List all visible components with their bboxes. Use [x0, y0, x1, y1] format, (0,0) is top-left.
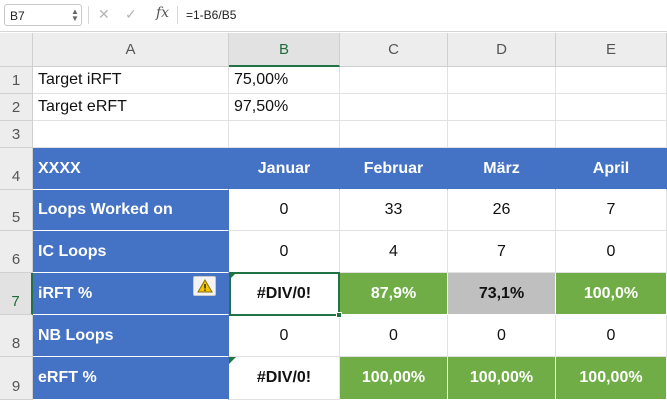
cell-c3[interactable] — [340, 121, 448, 148]
row-header-1[interactable]: 1 — [0, 67, 33, 94]
insert-function-icon[interactable]: fx — [156, 5, 169, 21]
table-cell[interactable]: 0 — [229, 190, 340, 231]
row-header-6[interactable]: 6 — [0, 231, 33, 273]
table-cell[interactable]: 33 — [340, 190, 448, 231]
month-header[interactable]: April — [556, 148, 667, 190]
cell-b1[interactable]: 75,00% — [229, 67, 340, 94]
row-header-8[interactable]: 8 — [0, 315, 33, 357]
error-check-button[interactable] — [193, 276, 216, 296]
warning-icon — [196, 279, 213, 293]
table-cell[interactable]: 4 — [340, 231, 448, 273]
enter-icon[interactable]: ✓ — [125, 6, 137, 23]
cell-a2[interactable]: Target eRFT — [33, 94, 229, 121]
table-cell[interactable]: 7 — [448, 231, 556, 273]
table-cell[interactable]: 100,00% — [340, 357, 448, 400]
table-cell[interactable]: 0 — [556, 315, 667, 357]
row-header-4[interactable]: 4 — [0, 148, 33, 190]
name-box-value: B7 — [10, 9, 25, 23]
formula-bar-divider — [177, 6, 178, 24]
cell-d1[interactable] — [448, 67, 556, 94]
cancel-icon[interactable]: ✕ — [98, 6, 110, 23]
cell-a1[interactable]: Target iRFT — [33, 67, 229, 94]
cell-b2[interactable]: 97,50% — [229, 94, 340, 121]
table-cell[interactable]: 0 — [448, 315, 556, 357]
table-cell[interactable]: 100,00% — [448, 357, 556, 400]
row-label[interactable]: IC Loops — [33, 231, 229, 273]
row-label[interactable]: eRFT % — [33, 357, 229, 400]
select-all-corner[interactable] — [0, 33, 33, 67]
table-cell[interactable]: 73,1% — [448, 273, 556, 315]
column-header-b[interactable]: B — [229, 33, 340, 67]
table-cell[interactable]: 87,9% — [340, 273, 448, 315]
row-label[interactable]: Loops Worked on — [33, 190, 229, 231]
cell-e1[interactable] — [556, 67, 667, 94]
table-cell[interactable]: 100,0% — [556, 273, 667, 315]
cell-c1[interactable] — [340, 67, 448, 94]
table-cell[interactable]: 0 — [556, 231, 667, 273]
table-cell[interactable]: 0 — [340, 315, 448, 357]
row-label[interactable]: NB Loops — [33, 315, 229, 357]
month-header[interactable]: März — [448, 148, 556, 190]
column-header-c[interactable]: C — [340, 33, 448, 67]
column-header-a[interactable]: A — [33, 33, 229, 67]
table-cell[interactable]: #DIV/0! — [229, 357, 340, 400]
cell-e2[interactable] — [556, 94, 667, 121]
name-box-stepper-icon[interactable]: ▲ ▼ — [71, 8, 79, 23]
cell-a3[interactable] — [33, 121, 229, 148]
cell-b3[interactable] — [229, 121, 340, 148]
row-header-5[interactable]: 5 — [0, 190, 33, 231]
row-header-2[interactable]: 2 — [0, 94, 33, 121]
table-cell[interactable]: 0 — [229, 231, 340, 273]
table-cell[interactable]: 26 — [448, 190, 556, 231]
cell-e3[interactable] — [556, 121, 667, 148]
error-indicator-icon — [229, 357, 236, 364]
table-header-label[interactable]: XXXX — [33, 148, 229, 190]
table-cell[interactable]: 100,00% — [556, 357, 667, 400]
row-header-7[interactable]: 7 — [0, 273, 33, 315]
column-header-e[interactable]: E — [556, 33, 667, 67]
cell-d3[interactable] — [448, 121, 556, 148]
cell-d2[interactable] — [448, 94, 556, 121]
formula-input[interactable]: =1-B6/B5 — [186, 8, 236, 22]
table-cell[interactable]: 7 — [556, 190, 667, 231]
table-cell-value: #DIV/0! — [256, 284, 312, 302]
cell-c2[interactable] — [340, 94, 448, 121]
name-box[interactable]: B7 ▲ ▼ — [4, 4, 82, 26]
table-cell-selected[interactable]: #DIV/0! — [229, 273, 340, 315]
row-header-9[interactable]: 9 — [0, 357, 33, 400]
formula-bar-divider — [88, 6, 89, 24]
table-cell[interactable]: 0 — [229, 315, 340, 357]
table-cell-value: #DIV/0! — [256, 369, 312, 386]
row-header-3[interactable]: 3 — [0, 121, 33, 148]
formula-bar: B7 ▲ ▼ ✕ ✓ fx =1-B6/B5 — [0, 0, 667, 32]
column-header-d[interactable]: D — [448, 33, 556, 67]
error-indicator-icon — [229, 273, 236, 280]
month-header[interactable]: Februar — [340, 148, 448, 190]
month-header[interactable]: Januar — [229, 148, 340, 190]
fill-handle[interactable] — [336, 312, 342, 318]
